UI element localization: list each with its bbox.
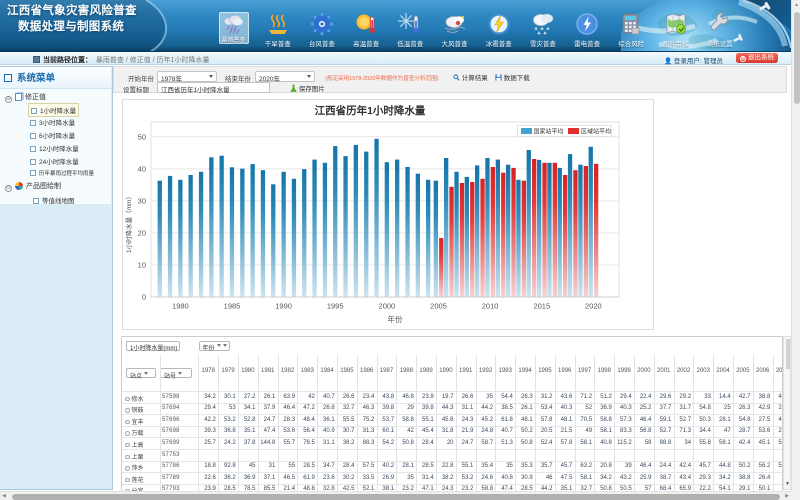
svg-text:区域站平均: 区域站平均 (581, 128, 611, 136)
svg-text:10: 10 (138, 261, 146, 270)
svg-text:江西省历年1小时降水量: 江西省历年1小时降水量 (315, 104, 426, 117)
svg-text:国家站平均: 国家站平均 (534, 128, 564, 136)
svg-text:年份: 年份 (388, 314, 403, 324)
svg-text:30: 30 (138, 196, 146, 205)
svg-text:2010: 2010 (482, 302, 499, 311)
svg-text:1980: 1980 (172, 302, 189, 311)
svg-text:0: 0 (142, 293, 146, 302)
svg-text:1985: 1985 (224, 302, 241, 311)
svg-text:1小时降水量（mm）: 1小时降水量（mm） (124, 193, 133, 253)
svg-text:2015: 2015 (533, 302, 550, 311)
svg-text:50: 50 (138, 132, 146, 141)
svg-text:40: 40 (138, 164, 146, 173)
svg-text:1990: 1990 (275, 302, 292, 311)
svg-text:1995: 1995 (327, 302, 344, 311)
svg-text:2020: 2020 (585, 302, 602, 311)
svg-text:20: 20 (138, 228, 146, 237)
svg-text:2005: 2005 (430, 302, 447, 311)
svg-text:2000: 2000 (379, 302, 396, 311)
